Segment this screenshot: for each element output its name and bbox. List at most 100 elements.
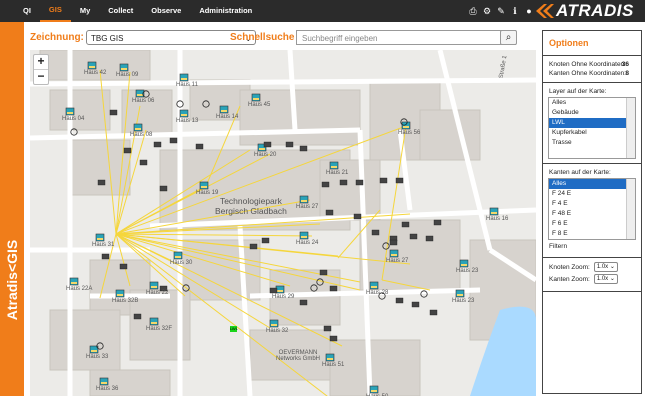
house-label[interactable]: Haus 09 [116, 72, 138, 78]
house-label[interactable]: Haus 21 [326, 170, 348, 176]
house-icon-band [371, 390, 377, 392]
house-label[interactable]: Haus 45 [248, 102, 270, 108]
house-icon-band [457, 294, 463, 296]
search-button[interactable]: ⌕ [500, 30, 517, 45]
house-marker [325, 353, 335, 362]
house-label[interactable]: Haus 24 [296, 240, 318, 246]
house-icon-band [71, 282, 77, 284]
house-label[interactable]: Haus 14 [216, 114, 238, 120]
house-marker [299, 231, 309, 240]
info-icon[interactable]: ℹ [510, 5, 520, 17]
cable-box [321, 181, 330, 188]
layers-list[interactable]: Alles Gebäude LWL Kupferkabel Trasse [548, 97, 636, 159]
edge-filter-option[interactable]: F 24 E [549, 189, 635, 199]
filter-label[interactable]: Filtern [543, 240, 641, 253]
house-label[interactable]: Haus 51 [322, 362, 344, 368]
cable-box [119, 263, 128, 270]
nav-qi[interactable]: QI [14, 0, 40, 22]
user-icon[interactable]: ● [524, 5, 534, 17]
house-label[interactable]: Haus 32 [266, 328, 288, 334]
house-marker [179, 73, 189, 82]
house-marker [95, 233, 105, 242]
house-icon-band [175, 256, 181, 258]
edge-filter-option[interactable]: F 4 E [549, 199, 635, 209]
house-label[interactable]: Haus 04 [62, 116, 84, 122]
house-label[interactable]: Haus 30 [170, 260, 192, 266]
cable-box [409, 233, 418, 240]
house-label[interactable]: Haus 27 [296, 204, 318, 210]
cable-box [101, 253, 110, 260]
edge-filter-option[interactable]: F 6 E [549, 219, 635, 229]
house-label[interactable]: Haus 23 [452, 298, 474, 304]
cable-box [433, 219, 442, 226]
house-label[interactable]: Haus 06 [132, 98, 154, 104]
house-label[interactable]: Haus 31 [92, 242, 114, 248]
cable-box [261, 237, 270, 244]
house-label[interactable]: Haus 56 [398, 130, 420, 136]
house-label[interactable]: Haus 08 [130, 132, 152, 138]
cable-line [115, 233, 313, 237]
map-canvas[interactable]: Haus 42 Haus 09 Haus 11 Haus 04 Haus 06 Haus … [30, 50, 536, 396]
house-label[interactable]: Haus 23 [456, 268, 478, 274]
wrench-icon[interactable]: ✎ [496, 5, 506, 17]
nav-collect[interactable]: Collect [99, 0, 142, 22]
cable-box [353, 213, 362, 220]
search-input[interactable]: Suchbegriff eingeben [296, 30, 516, 45]
cable-box [389, 239, 398, 246]
edges-list[interactable]: Alles F 24 EF 4 EF 48 EF 6 EF 8 E [548, 178, 636, 240]
nav-gis[interactable]: GIS [39, 0, 71, 22]
building [69, 139, 131, 196]
cable-box [411, 301, 420, 308]
house-label[interactable]: Haus 36 [96, 386, 118, 392]
edge-zoom-select[interactable]: 1.0x ⌄ [593, 274, 618, 284]
house-label[interactable]: Haus 27 [386, 258, 408, 264]
brand-logo: ATRADIS [536, 1, 634, 20]
print-icon[interactable]: ⎙ [468, 5, 478, 17]
house-label[interactable]: Haus 20 [254, 152, 276, 158]
house-marker [99, 377, 109, 386]
cable-box [401, 221, 410, 228]
house-icon-band [331, 166, 337, 168]
node-zoom-row: Knoten Zoom: 1.0x ⌄ [543, 258, 641, 273]
options-panel: Optionen Knoten Ohne Koordinaten: 36 Kant… [542, 30, 642, 394]
house-label[interactable]: Haus 32B [112, 298, 138, 304]
nav-observe[interactable]: Observe [142, 0, 190, 22]
green-marker[interactable]: LWL [230, 326, 238, 332]
brand-name: ATRADIS [556, 1, 634, 20]
cable-box [329, 335, 338, 342]
house-label[interactable]: Haus 11 [176, 82, 198, 88]
house-label[interactable]: Haus 33 [86, 354, 108, 360]
layer-option[interactable]: Gebäude [549, 108, 635, 118]
house-icon-band [151, 322, 157, 324]
house-label[interactable]: Haus 13 [176, 118, 198, 124]
house-label[interactable]: Haus 32F [146, 326, 172, 332]
house-label[interactable]: Haus 28 [366, 290, 388, 296]
layer-option[interactable]: Kupferkabel [549, 128, 635, 138]
house-icon-band [221, 110, 227, 112]
edge-filter-option[interactable]: F 8 E [549, 229, 635, 239]
nav-administration[interactable]: Administration [190, 0, 261, 22]
layer-option[interactable]: LWL [549, 118, 635, 128]
house-marker [455, 289, 465, 298]
gear-icon[interactable]: ⚙ [482, 5, 492, 17]
zoom-in-button[interactable]: + [34, 55, 48, 70]
house-icon-band [403, 126, 409, 128]
house-label[interactable]: Haus 29 [272, 294, 294, 300]
house-icon-band [151, 286, 157, 288]
house-icon-band [461, 264, 467, 266]
layer-option[interactable]: Trasse [549, 138, 635, 148]
house-label[interactable]: Haus 22 [146, 290, 168, 296]
nav-my[interactable]: My [71, 0, 99, 22]
main-nav: QI GIS My Collect Observe Administration [14, 0, 261, 22]
edge-filter-option[interactable]: F 48 E [549, 209, 635, 219]
house-icon-band [97, 238, 103, 240]
house-label[interactable]: Haus 22A [66, 286, 92, 292]
zoom-out-button[interactable]: − [34, 70, 48, 84]
cable-box [133, 313, 142, 320]
house-label[interactable]: Haus 42 [84, 70, 106, 76]
house-marker [199, 181, 209, 190]
edge-filter-option[interactable]: Alles [549, 179, 635, 189]
node-zoom-select[interactable]: 1.0x ⌄ [593, 262, 618, 272]
layer-option[interactable]: Alles [549, 98, 635, 108]
house-label[interactable]: Haus 16 [486, 216, 508, 222]
